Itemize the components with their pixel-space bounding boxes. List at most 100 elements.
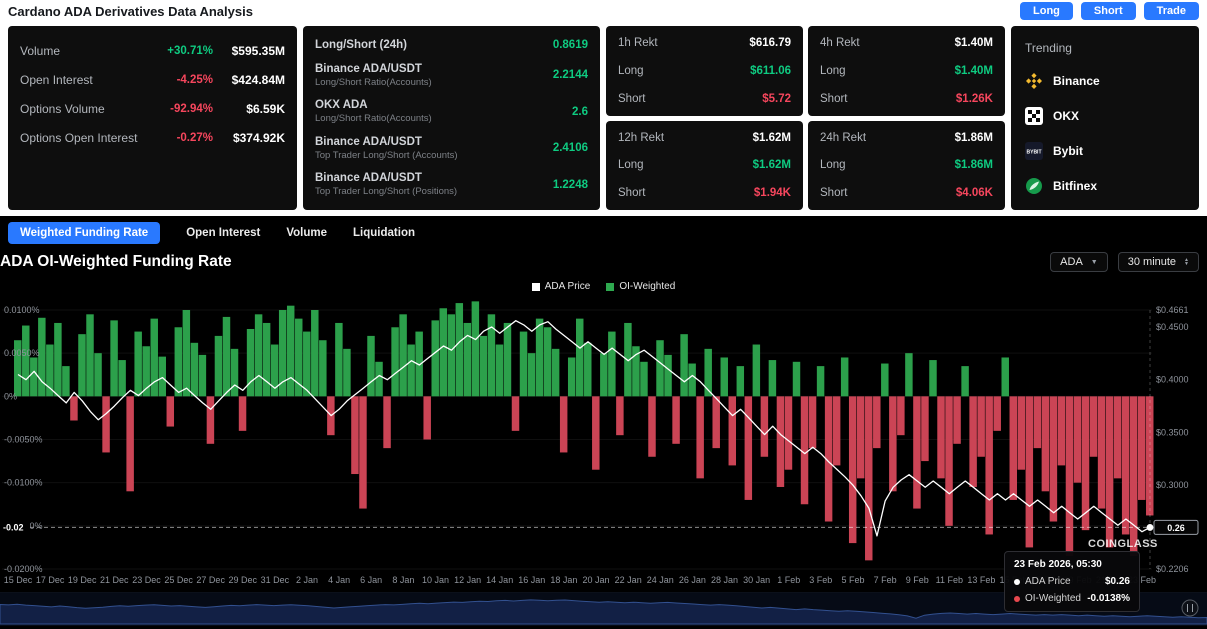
- svg-text:20 Jan: 20 Jan: [582, 575, 609, 585]
- svg-text:$0.4500: $0.4500: [1156, 322, 1189, 332]
- legend-marker: [606, 283, 614, 291]
- svg-text:22 Jan: 22 Jan: [615, 575, 642, 585]
- tab-volume[interactable]: Volume: [286, 227, 327, 239]
- coinglass-watermark: COINGLASS: [1088, 538, 1158, 550]
- svg-text:-0.0200%: -0.0200%: [4, 564, 43, 574]
- metric-label: Options Volume: [20, 102, 105, 116]
- metric-change: -0.27%: [177, 132, 213, 144]
- rekt-card-12h: 12h Rekt$1.62M Long$1.62M Short$1.94K: [606, 121, 803, 211]
- rekt-long-label: Long: [618, 65, 644, 77]
- tab-open-interest[interactable]: Open Interest: [186, 227, 260, 239]
- svg-text:11 Feb: 11 Feb: [936, 575, 963, 585]
- coin-select[interactable]: ADA ▼: [1050, 252, 1108, 272]
- rekt-long-label: Long: [618, 159, 644, 171]
- trending-item-bybit[interactable]: BYBIT Bybit: [1025, 142, 1185, 160]
- ratio-title: OKX ADA: [315, 99, 432, 111]
- long-button[interactable]: Long: [1020, 2, 1073, 20]
- funding-rate-chart[interactable]: 0.0100%0.0050%0%-0.0050%-0.0100%-0.0150%…: [0, 296, 1207, 586]
- svg-text:10 Jan: 10 Jan: [422, 575, 449, 585]
- short-button[interactable]: Short: [1081, 2, 1136, 20]
- rekt-long-value: $1.62M: [753, 159, 791, 171]
- rekt-long-label: Long: [820, 65, 846, 77]
- ratio-row: Binance ADA/USDT Long/Short Ratio(Accoun…: [315, 63, 588, 88]
- metric-value: $374.92K: [223, 131, 285, 145]
- ratio-title: Long/Short (24h): [315, 39, 407, 51]
- ratio-value: 2.6: [572, 106, 588, 118]
- svg-text:-0.0100%: -0.0100%: [4, 478, 43, 488]
- bybit-icon: BYBIT: [1025, 142, 1043, 160]
- rekt-card-24h: 24h Rekt$1.86M Long$1.86M Short$4.06K: [808, 121, 1005, 211]
- rekt-card-4h: 4h Rekt$1.40M Long$1.40M Short$1.26K: [808, 26, 1005, 116]
- svg-text:16 Jan: 16 Jan: [518, 575, 545, 585]
- ratio-row: Binance ADA/USDT Top Trader Long/Short (…: [315, 136, 588, 161]
- ratio-row: Binance ADA/USDT Top Trader Long/Short (…: [315, 172, 588, 197]
- ratio-subtitle: Long/Short Ratio(Accounts): [315, 113, 432, 124]
- chart-tabs: Weighted Funding Rate Open Interest Volu…: [8, 221, 415, 245]
- tooltip-label: OI-Weighted: [1025, 593, 1081, 604]
- summary-cards-row: Volume +30.71% $595.35M Open Interest -4…: [8, 26, 1199, 210]
- trending-exchange-name: Bybit: [1053, 144, 1083, 158]
- ratio-value: 2.2144: [553, 69, 588, 81]
- svg-text:31 Dec: 31 Dec: [261, 575, 290, 585]
- rekt-short-value: $1.94K: [754, 187, 791, 199]
- svg-text:29 Dec: 29 Dec: [229, 575, 258, 585]
- tab-weighted-funding-rate[interactable]: Weighted Funding Rate: [8, 222, 160, 244]
- ratio-subtitle: Top Trader Long/Short (Positions): [315, 186, 457, 197]
- chart-header: ADA OI-Weighted Funding Rate ADA ▼ 30 mi…: [0, 249, 1199, 275]
- metric-change: +30.71%: [167, 45, 213, 57]
- tooltip-row: OI-Weighted -0.0138%: [1014, 593, 1130, 604]
- svg-text:0%: 0%: [4, 391, 17, 401]
- metric-label: Open Interest: [20, 73, 93, 87]
- chevron-down-icon: ▼: [1091, 259, 1098, 266]
- svg-text:25 Dec: 25 Dec: [164, 575, 193, 585]
- svg-text:BYBIT: BYBIT: [1027, 150, 1042, 156]
- trending-item-binance[interactable]: Binance: [1025, 72, 1185, 90]
- stepper-arrows-icon: ▲▼: [1184, 258, 1189, 266]
- page-title: Cardano ADA Derivatives Data Analysis: [8, 4, 253, 19]
- legend-label: OI-Weighted: [619, 281, 675, 292]
- svg-text:17 Dec: 17 Dec: [36, 575, 65, 585]
- metric-row: Volume +30.71% $595.35M: [20, 44, 285, 58]
- svg-text:30 Jan: 30 Jan: [743, 575, 770, 585]
- svg-text:$0.3500: $0.3500: [1156, 427, 1189, 437]
- metric-row: Options Open Interest -0.27% $374.92K: [20, 131, 285, 145]
- chart-title: ADA OI-Weighted Funding Rate: [0, 253, 232, 271]
- top-section: Cardano ADA Derivatives Data Analysis Lo…: [0, 0, 1207, 216]
- rekt-long-value: $1.86M: [955, 159, 993, 171]
- tooltip-value: $0.26: [1105, 576, 1130, 587]
- metric-row: Open Interest -4.25% $424.84M: [20, 73, 285, 87]
- trending-item-okx[interactable]: OKX: [1025, 107, 1185, 125]
- trending-item-bitfinex[interactable]: Bitfinex: [1025, 177, 1185, 195]
- svg-text:18 Jan: 18 Jan: [550, 575, 577, 585]
- svg-text:6 Jan: 6 Jan: [360, 575, 382, 585]
- tab-liquidation[interactable]: Liquidation: [353, 227, 415, 239]
- chart-tooltip: 23 Feb 2026, 05:30 ADA Price $0.26 OI-We…: [1004, 551, 1140, 612]
- legend-item-ada-price[interactable]: ADA Price: [532, 281, 591, 292]
- chart-controls: ADA ▼ 30 minute ▲▼: [1050, 252, 1199, 272]
- ratio-subtitle: Long/Short Ratio(Accounts): [315, 77, 432, 88]
- legend-item-oi-weighted[interactable]: OI-Weighted: [606, 281, 675, 292]
- rekt-total: $1.86M: [955, 132, 993, 144]
- binance-icon: [1025, 72, 1043, 90]
- rekt-title: 4h Rekt: [820, 37, 860, 49]
- ratio-value: 1.2248: [553, 179, 588, 191]
- svg-text:19 Dec: 19 Dec: [68, 575, 97, 585]
- liquidation-rekt-grid: 1h Rekt$616.79 Long$611.06 Short$5.72 4h…: [606, 26, 1005, 210]
- rekt-short-value: $5.72: [762, 93, 791, 105]
- rekt-short-label: Short: [618, 93, 646, 105]
- rekt-short-value: $1.26K: [956, 93, 993, 105]
- interval-select[interactable]: 30 minute ▲▼: [1118, 252, 1199, 272]
- svg-text:-0.0050%: -0.0050%: [4, 435, 43, 445]
- price-dot-icon: [1014, 579, 1020, 585]
- rekt-total: $1.40M: [955, 37, 993, 49]
- svg-text:8 Jan: 8 Jan: [392, 575, 414, 585]
- volume-metrics-card: Volume +30.71% $595.35M Open Interest -4…: [8, 26, 297, 210]
- svg-text:15 Dec: 15 Dec: [4, 575, 33, 585]
- svg-text:23 Dec: 23 Dec: [132, 575, 161, 585]
- trending-exchange-name: Bitfinex: [1053, 179, 1097, 193]
- trending-exchange-name: OKX: [1053, 109, 1079, 123]
- ratio-subtitle: Top Trader Long/Short (Accounts): [315, 150, 458, 161]
- metric-label: Volume: [20, 44, 60, 58]
- trade-button[interactable]: Trade: [1144, 2, 1199, 20]
- rekt-short-label: Short: [820, 187, 848, 199]
